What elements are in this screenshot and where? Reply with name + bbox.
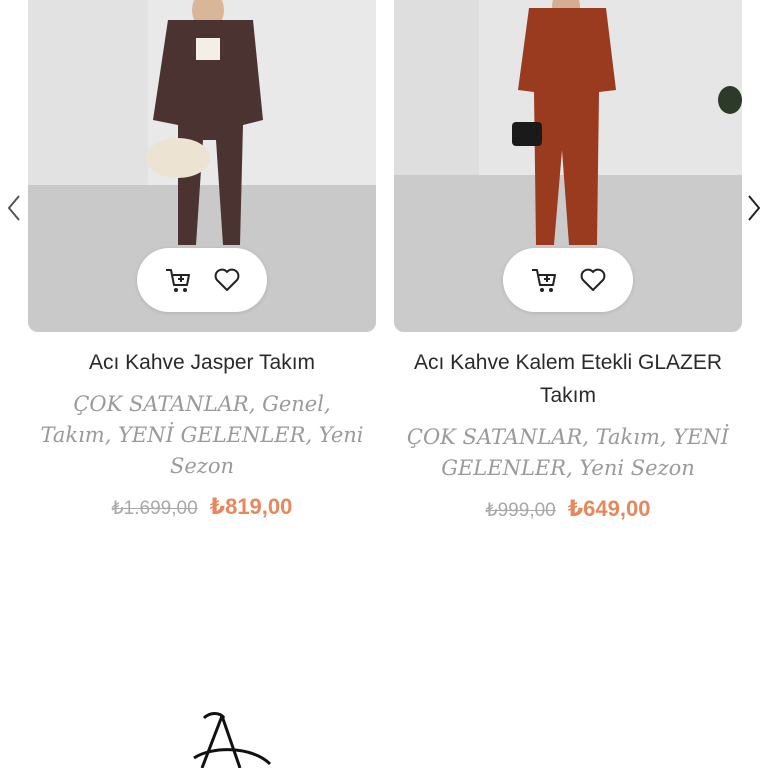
product-carousel: Acı Kahve Jasper Takım ÇOK SATANLAR, Gen… <box>0 0 768 540</box>
add-to-cart-button[interactable] <box>160 262 196 298</box>
carousel-next-button[interactable] <box>740 190 768 226</box>
add-to-wishlist-button[interactable] <box>209 262 245 298</box>
product-actions <box>137 248 267 312</box>
add-to-cart-button[interactable] <box>526 262 562 298</box>
product-categories[interactable]: ÇOK SATANLAR, Genel, Takım, YENİ GELENLE… <box>28 389 376 482</box>
chevron-left-icon <box>7 195 20 221</box>
product-actions <box>503 248 633 312</box>
heart-icon <box>214 268 239 291</box>
product-image[interactable] <box>394 0 742 332</box>
product-title[interactable]: Acı Kahve Kalem Etekli GLAZER Takım <box>394 346 742 412</box>
add-to-wishlist-button[interactable] <box>575 262 611 298</box>
product-image[interactable] <box>28 0 376 332</box>
cart-icon <box>165 269 190 292</box>
product-title[interactable]: Acı Kahve Jasper Takım <box>28 346 376 379</box>
chevron-right-icon <box>748 195 761 221</box>
product-price: ₺1.699,00 ₺819,00 <box>28 492 376 524</box>
carousel-prev-button[interactable] <box>0 190 28 226</box>
old-price: ₺1.699,00 <box>111 498 198 519</box>
product-categories[interactable]: ÇOK SATANLAR, Takım, YENİ GELENLER, Yeni… <box>394 422 742 484</box>
product-card[interactable]: Acı Kahve Kalem Etekli GLAZER Takım ÇOK … <box>394 0 742 526</box>
old-price: ₺999,00 <box>485 500 556 521</box>
brand-logo[interactable] <box>192 708 282 768</box>
sale-price: ₺649,00 <box>567 496 651 521</box>
heart-icon <box>580 268 605 291</box>
cart-icon <box>531 269 556 292</box>
product-card[interactable]: Acı Kahve Jasper Takım ÇOK SATANLAR, Gen… <box>28 0 376 524</box>
sale-price: ₺819,00 <box>209 494 293 519</box>
product-price: ₺999,00 ₺649,00 <box>394 494 742 526</box>
brand-logo-mark <box>193 712 272 768</box>
